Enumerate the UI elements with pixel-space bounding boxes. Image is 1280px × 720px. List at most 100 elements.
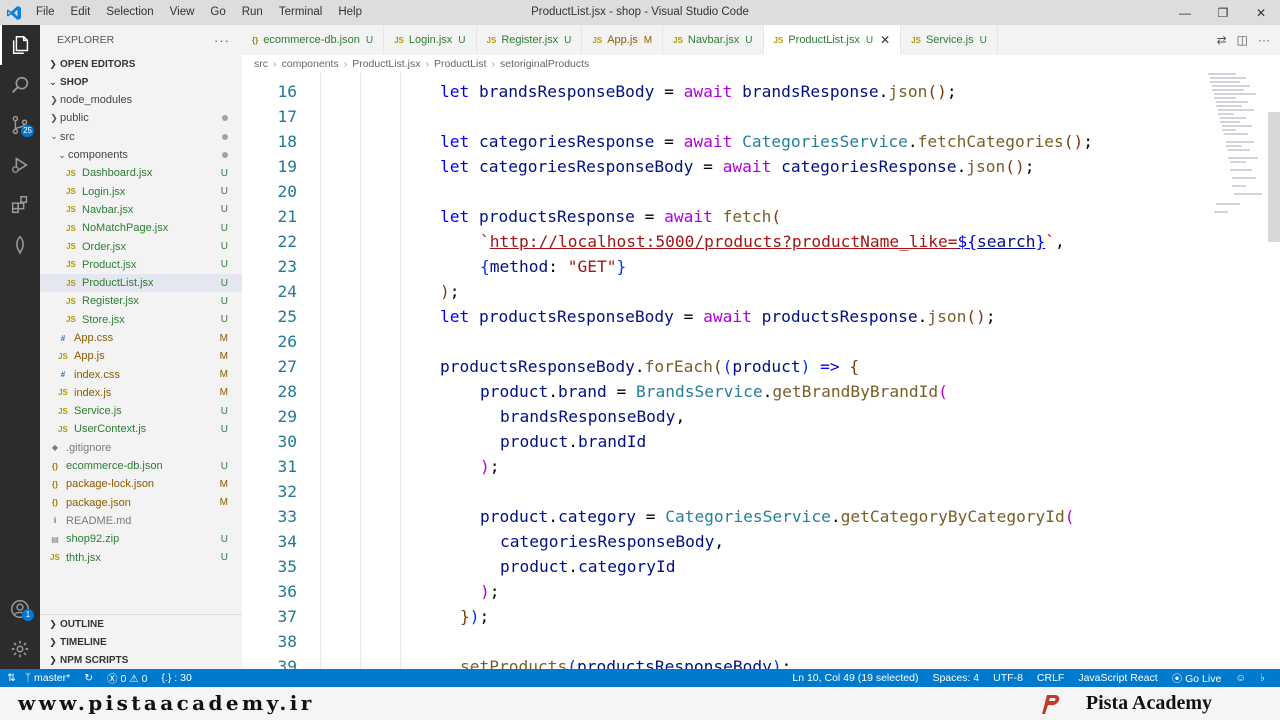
- encoding[interactable]: UTF-8: [986, 672, 1030, 684]
- editor-tab[interactable]: JS Register.jsx U: [477, 25, 583, 55]
- menu-item-edit[interactable]: Edit: [63, 0, 99, 25]
- tree-file[interactable]: ◆ .gitignore: [40, 439, 242, 457]
- editor-tab[interactable]: JS Service.js U: [901, 25, 998, 55]
- end-of-line[interactable]: CRLF: [1030, 672, 1071, 684]
- problems-indicator[interactable]: Ⓧ 0 ⚠ 0: [100, 671, 154, 686]
- tree-file[interactable]: JS Dashboard.jsx U: [40, 164, 242, 182]
- code-token: ): [480, 582, 490, 601]
- editor-tab[interactable]: JS App.js M: [582, 25, 664, 55]
- javascript-file-icon: JS: [58, 351, 68, 361]
- tab-git-status: U: [365, 34, 374, 46]
- menu-item-terminal[interactable]: Terminal: [271, 0, 330, 25]
- explorer-icon[interactable]: [0, 25, 40, 65]
- breadcrumb-item[interactable]: ProductList: [434, 58, 487, 70]
- tree-file[interactable]: JS index.js M: [40, 384, 242, 402]
- close-icon[interactable]: ✕: [1242, 0, 1280, 25]
- editor-tab[interactable]: JS ProductList.jsx U ✕: [763, 25, 902, 55]
- menu-item-go[interactable]: Go: [202, 0, 233, 25]
- tree-file[interactable]: JS thth.jsx U: [40, 548, 242, 566]
- shop-folder-section[interactable]: ⌄ SHOP: [40, 73, 242, 91]
- menu-item-file[interactable]: File: [28, 0, 63, 25]
- editor-tab[interactable]: JS Navbar.jsx U: [663, 25, 764, 55]
- tree-item-label: node_modules: [60, 94, 133, 107]
- cursor-position[interactable]: Ln 10, Col 49 (19 selected): [785, 672, 925, 684]
- search-icon[interactable]: [0, 65, 40, 105]
- code-token: .: [548, 382, 558, 401]
- notifications-bell-icon[interactable]: ♭: [1253, 672, 1272, 684]
- vertical-scrollbar-thumb[interactable]: [1268, 112, 1280, 242]
- tree-file[interactable]: JS ProductList.jsx U: [40, 273, 242, 293]
- open-editors-section[interactable]: ❯ OPEN EDITORS: [40, 55, 242, 73]
- tree-file[interactable]: JS NoMatchPage.jsx U: [40, 219, 242, 237]
- selection-info[interactable]: {.} : 30: [154, 672, 198, 684]
- code-text: brandsResponseBody,: [500, 404, 685, 429]
- tree-file[interactable]: # index.css M: [40, 365, 242, 383]
- outline-section[interactable]: ❯ OUTLINE: [40, 615, 242, 633]
- tree-file[interactable]: JS Navbar.jsx U: [40, 201, 242, 219]
- mongodb-leaf-icon[interactable]: [0, 225, 40, 265]
- breadcrumb-item[interactable]: setoriginalProducts: [500, 58, 589, 70]
- code-token: .: [830, 507, 841, 526]
- tree-file[interactable]: JS Order.jsx U: [40, 237, 242, 255]
- more-actions-icon[interactable]: ···: [1258, 33, 1270, 47]
- tree-folder[interactable]: ⌄ src: [40, 128, 242, 146]
- split-editor-icon[interactable]: ◫: [1237, 33, 1248, 47]
- tree-file[interactable]: JS Service.js U: [40, 402, 242, 420]
- javascript-file-icon: JS: [66, 296, 76, 306]
- chevron-right-icon: ❯: [49, 58, 57, 69]
- extensions-icon[interactable]: [0, 185, 40, 225]
- remote-icon[interactable]: ⇅: [0, 672, 18, 684]
- tree-file[interactable]: JS Login.jsx U: [40, 182, 242, 200]
- language-mode[interactable]: JavaScript React: [1071, 672, 1164, 684]
- code-token: (: [938, 382, 948, 401]
- tree-file[interactable]: {} package.json M: [40, 494, 242, 512]
- run-debug-icon[interactable]: [0, 145, 40, 185]
- line-number: 33: [277, 507, 298, 526]
- tree-file[interactable]: JS Register.jsx U: [40, 292, 242, 310]
- npm-scripts-section[interactable]: ❯ NPM SCRIPTS: [40, 651, 242, 669]
- tree-file[interactable]: JS App.js M: [40, 347, 242, 365]
- source-control-icon[interactable]: 25: [0, 105, 40, 145]
- indentation[interactable]: Spaces: 4: [925, 672, 986, 684]
- code-token: product: [480, 507, 549, 526]
- feedback-icon[interactable]: ☺: [1228, 672, 1253, 684]
- minimize-icon[interactable]: —: [1166, 0, 1204, 25]
- code-line: 38: [242, 629, 1202, 654]
- timeline-section[interactable]: ❯ TIMELINE: [40, 633, 242, 651]
- sync-icon[interactable]: ↻: [77, 672, 100, 684]
- editor-tab[interactable]: JS Login.jsx U: [384, 25, 477, 55]
- menu-item-selection[interactable]: Selection: [98, 0, 161, 25]
- menu-item-run[interactable]: Run: [234, 0, 271, 25]
- code-token: brandsResponseBody: [478, 82, 655, 101]
- tree-folder[interactable]: ⌄ components: [40, 146, 242, 164]
- tab-close-icon[interactable]: ✕: [880, 33, 890, 47]
- code-token: .: [878, 82, 889, 101]
- git-status-badge: M: [219, 478, 228, 490]
- breadcrumb-item[interactable]: components: [282, 58, 339, 70]
- editor-tab[interactable]: {} ecommerce-db.json U: [242, 25, 385, 55]
- code-text: let brandsResponseBody = await brandsRes…: [440, 79, 957, 104]
- tree-file[interactable]: i README.md: [40, 512, 242, 530]
- compare-changes-icon[interactable]: ⇄: [1217, 33, 1227, 47]
- code-editor[interactable]: 16 let brandsResponseBody = await brandsR…: [242, 72, 1280, 669]
- tree-file[interactable]: {} package-lock.json M: [40, 475, 242, 493]
- breadcrumb-item[interactable]: src: [254, 58, 268, 70]
- tree-file[interactable]: {} ecommerce-db.json U: [40, 457, 242, 475]
- branch-indicator[interactable]: ᛉ master*: [18, 672, 77, 684]
- menu-item-help[interactable]: Help: [330, 0, 370, 25]
- more-actions-icon[interactable]: ···: [214, 33, 230, 48]
- menu-item-view[interactable]: View: [162, 0, 203, 25]
- accounts-icon[interactable]: 1: [0, 589, 40, 629]
- settings-gear-icon[interactable]: [0, 629, 40, 669]
- tree-folder[interactable]: ❯ public: [40, 109, 242, 127]
- tree-file[interactable]: JS Store.jsx U: [40, 311, 242, 329]
- tree-folder[interactable]: ❯ node_modules: [40, 91, 242, 109]
- tree-file[interactable]: # App.css M: [40, 329, 242, 347]
- go-live-button[interactable]: ⦿ Go Live: [1165, 671, 1229, 686]
- tree-file[interactable]: ▤ shop92.zip U: [40, 530, 242, 548]
- tree-file[interactable]: JS Product.jsx U: [40, 256, 242, 274]
- maximize-icon[interactable]: ❐: [1204, 0, 1242, 25]
- breadcrumb-item[interactable]: ProductList.jsx: [352, 58, 420, 70]
- minimap[interactable]: [1206, 72, 1268, 232]
- tree-file[interactable]: JS UserContext.js U: [40, 420, 242, 438]
